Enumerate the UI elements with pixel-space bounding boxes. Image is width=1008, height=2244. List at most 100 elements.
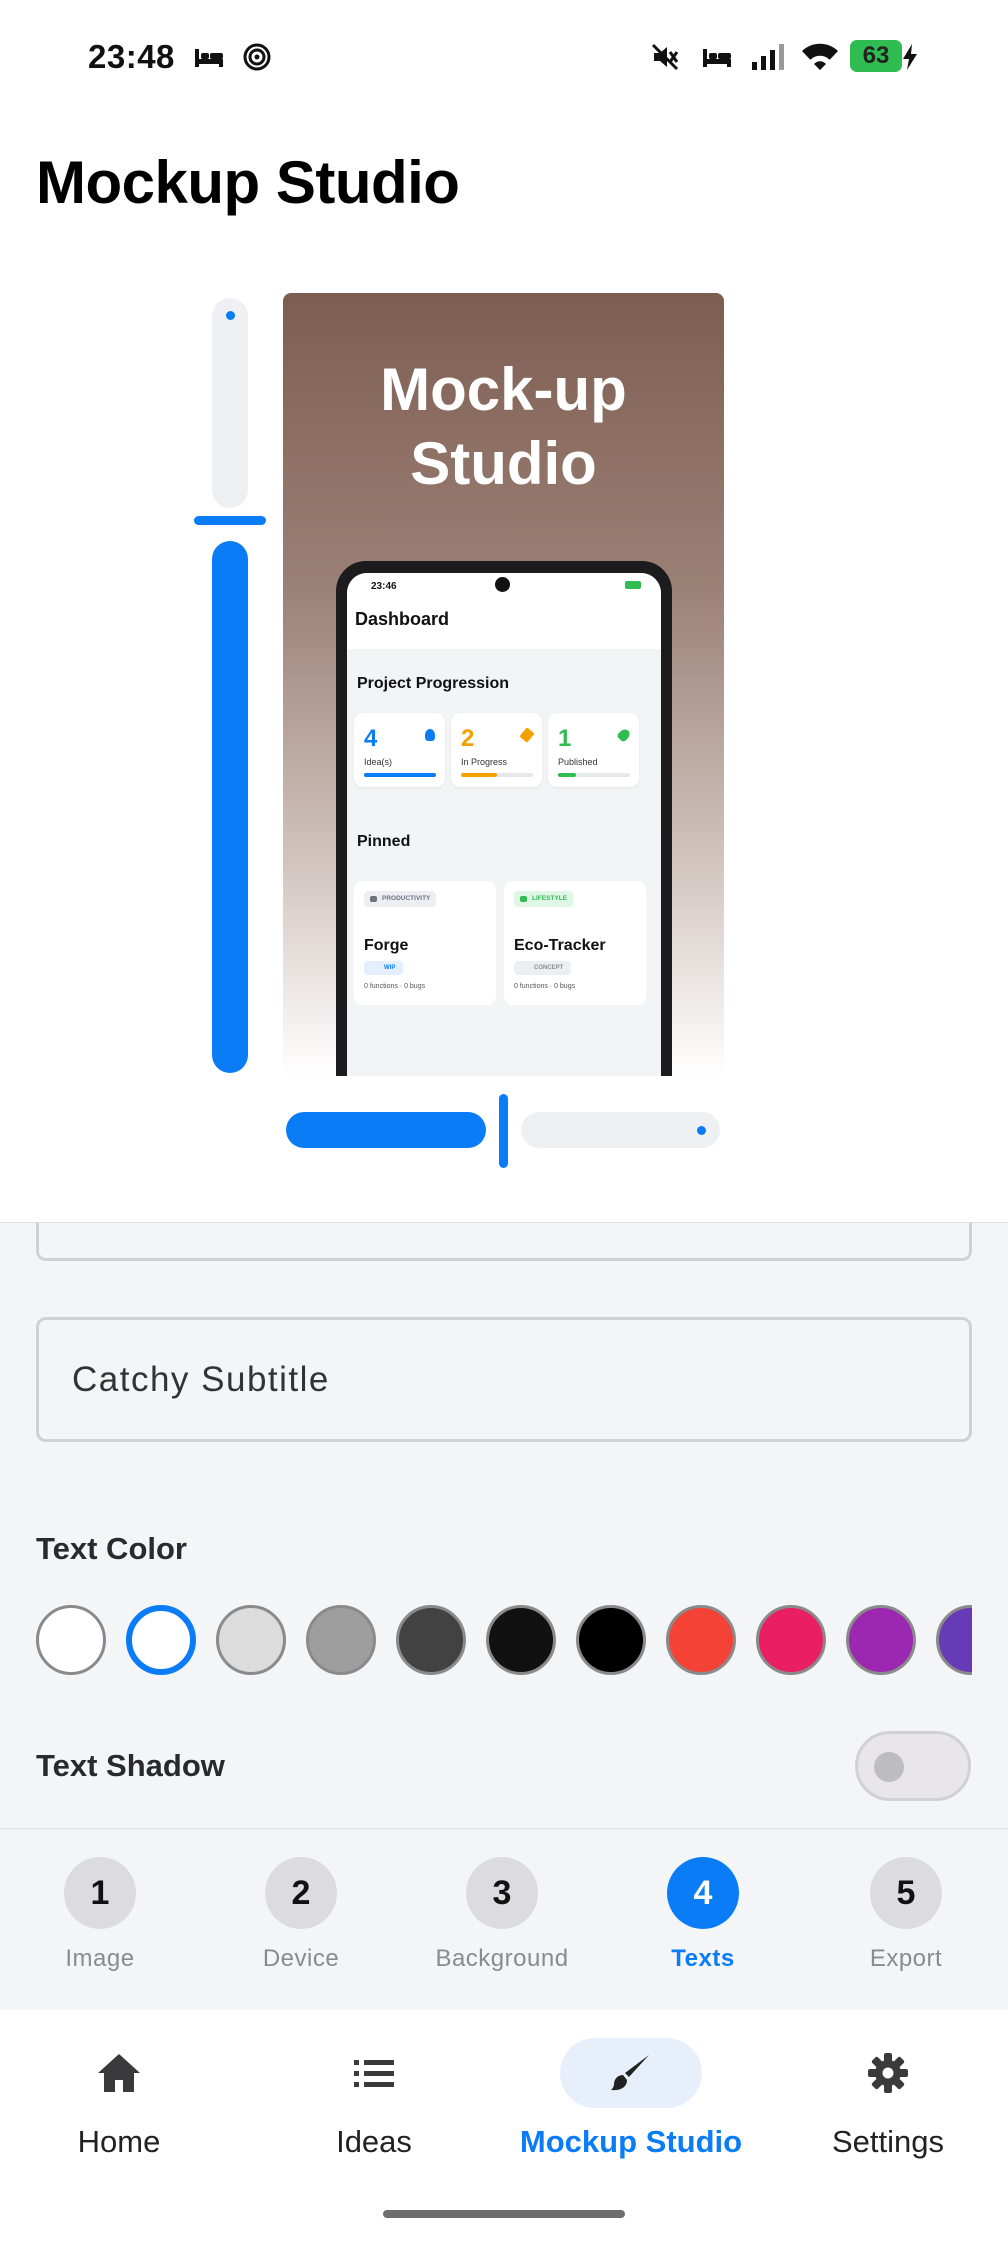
nav-label: Settings — [831, 2124, 944, 2159]
color-swatch-white[interactable] — [36, 1605, 106, 1675]
step-number: 1 — [64, 1857, 136, 1929]
toggle-knob — [874, 1752, 904, 1782]
nav-mockup-studio[interactable]: Mockup Studio — [516, 2038, 746, 2160]
home-indicator[interactable] — [383, 2210, 625, 2218]
step-label: Image — [65, 1945, 135, 1972]
title-field[interactable] — [36, 1223, 972, 1261]
battery-indicator: 63 — [850, 40, 914, 72]
text-shadow-toggle[interactable] — [855, 1731, 971, 1801]
vertical-position-slider[interactable] — [194, 298, 266, 1073]
nav-label: Mockup Studio — [519, 2124, 743, 2159]
text-color-label: Text Color — [36, 1531, 187, 1566]
pinned-card-eco-tracker: LIFESTYLE Eco-Tracker CONCEPT 0 function… — [504, 881, 646, 1005]
color-swatch-light-gray[interactable] — [216, 1605, 286, 1675]
focus-icon — [240, 40, 274, 74]
screen-header: Dashboard — [347, 599, 661, 649]
stat-label: Idea(s) — [364, 757, 393, 767]
subtitle-input[interactable] — [39, 1320, 969, 1439]
color-swatch-gray[interactable] — [306, 1605, 376, 1675]
slider-handle[interactable] — [194, 516, 266, 525]
mute-icon — [648, 40, 682, 74]
status-badge: CONCEPT — [514, 961, 572, 975]
text-color-swatches — [36, 1603, 972, 1677]
color-swatch-deep-purple[interactable] — [936, 1605, 972, 1675]
slider-fill[interactable] — [212, 541, 248, 1073]
stat-card-published: 1 Published — [548, 713, 639, 787]
color-swatch-dark-gray[interactable] — [396, 1605, 466, 1675]
nav-settings[interactable]: Settings — [773, 2038, 1003, 2160]
mockup-preview: Mock-up Studio 23:46 Dashboard Project P… — [283, 293, 724, 1076]
slider-fill[interactable] — [286, 1112, 486, 1148]
brush-icon — [560, 2038, 702, 2108]
color-swatch-pink[interactable] — [756, 1605, 826, 1675]
step-number: 5 — [870, 1857, 942, 1929]
mockup-title-text[interactable]: Mock-up Studio — [283, 353, 724, 501]
step-number: 2 — [265, 1857, 337, 1929]
color-swatch-near-black[interactable] — [486, 1605, 556, 1675]
step-export[interactable]: 5 Export — [806, 1857, 1006, 1973]
stat-label: In Progress — [461, 757, 508, 767]
text-settings-panel: Text Color Text Shadow — [0, 1222, 1008, 1828]
bottom-navigation: Home Ideas Mockup Studio Settings — [0, 2010, 1008, 2244]
wifi-icon — [800, 40, 840, 74]
step-texts[interactable]: 4 Texts — [603, 1857, 803, 1973]
sleep-icon — [192, 40, 226, 74]
step-label: Texts — [671, 1945, 735, 1972]
screen-section-pinned: Pinned — [357, 833, 411, 850]
slider-end-dot — [697, 1126, 706, 1135]
stat-progress — [364, 773, 436, 777]
nav-ideas[interactable]: Ideas — [259, 2038, 489, 2160]
color-swatch-selected[interactable] — [126, 1605, 196, 1675]
page-title: Mockup Studio — [36, 149, 460, 216]
status-time: 23:48 — [88, 38, 175, 75]
status-badge: WIP — [364, 961, 404, 975]
slider-track[interactable] — [521, 1112, 720, 1148]
lightbulb-icon — [425, 729, 435, 741]
text-shadow-label: Text Shadow — [36, 1748, 225, 1783]
pinned-meta: 0 functions · 0 bugs — [514, 983, 576, 990]
pinned-name: Forge — [364, 937, 409, 954]
slider-handle[interactable] — [499, 1094, 508, 1168]
step-number: 3 — [466, 1857, 538, 1929]
stat-value: 1 — [558, 725, 572, 752]
signal-icon — [748, 40, 788, 74]
charging-icon — [900, 40, 920, 74]
color-swatch-red[interactable] — [666, 1605, 736, 1675]
nav-home[interactable]: Home — [4, 2038, 234, 2160]
rocket-icon — [616, 727, 632, 743]
slider-end-dot — [226, 311, 235, 320]
stat-value: 4 — [364, 725, 378, 752]
device-frame: 23:46 Dashboard Project Progression 4 Id… — [336, 561, 672, 1076]
stat-value: 2 — [461, 725, 475, 752]
category-badge: LIFESTYLE — [514, 891, 574, 907]
screen-time: 23:46 — [371, 581, 397, 592]
nav-label: Home — [77, 2124, 161, 2159]
camera-hole — [495, 577, 510, 592]
sleep-icon — [700, 40, 734, 74]
slider-track[interactable] — [212, 298, 248, 508]
step-label: Export — [869, 1945, 943, 1972]
pinned-meta: 0 functions · 0 bugs — [364, 983, 426, 990]
stat-card-in-progress: 2 In Progress — [451, 713, 542, 787]
home-icon — [48, 2038, 190, 2108]
subtitle-field-wrapper[interactable] — [36, 1317, 972, 1442]
wizard-stepper: 1 Image 2 Device 3 Background 4 Texts 5 … — [0, 1828, 1008, 2010]
color-swatch-black[interactable] — [576, 1605, 646, 1675]
step-label: Device — [262, 1945, 340, 1972]
horizontal-position-slider[interactable] — [286, 1094, 720, 1168]
stat-card-ideas: 4 Idea(s) — [354, 713, 445, 787]
list-icon — [303, 2038, 445, 2108]
stat-label: Published — [558, 757, 598, 767]
pinned-card-forge: PRODUCTIVITY Forge WIP 0 functions · 0 b… — [354, 881, 496, 1005]
color-swatch-purple[interactable] — [846, 1605, 916, 1675]
nav-label: Ideas — [336, 2124, 412, 2159]
stat-progress — [558, 773, 630, 777]
stat-progress — [461, 773, 533, 777]
step-background[interactable]: 3 Background — [402, 1857, 602, 1973]
status-bar: 23:48 63 — [0, 0, 1008, 112]
wrench-icon — [519, 727, 535, 743]
screen-battery-icon — [625, 581, 641, 589]
step-label: Background — [435, 1945, 569, 1972]
step-device[interactable]: 2 Device — [201, 1857, 401, 1973]
step-image[interactable]: 1 Image — [0, 1857, 200, 1973]
